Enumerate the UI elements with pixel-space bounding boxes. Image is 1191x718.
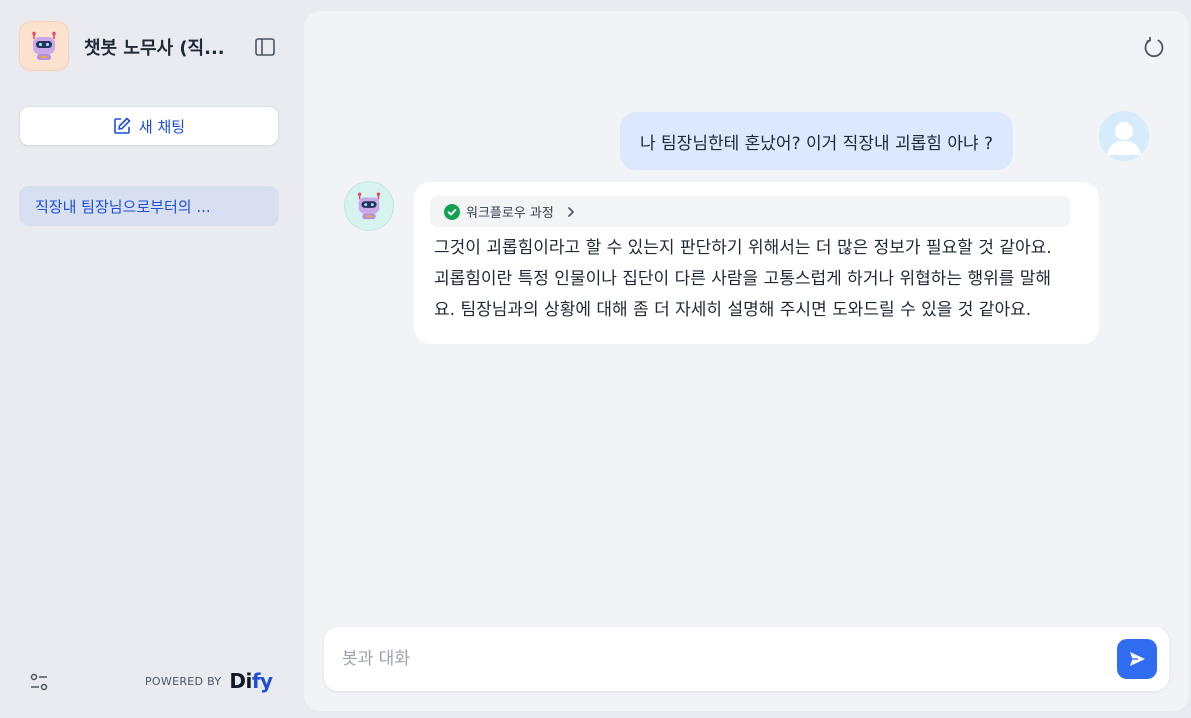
chat-input[interactable] <box>342 641 1102 677</box>
chevron-right-icon <box>568 206 574 217</box>
user-icon <box>1099 111 1149 161</box>
edit-icon <box>114 117 131 134</box>
conversation-label: 직장내 팀장님으로부터의 ... <box>35 197 211 216</box>
app-header: 챗봇 노무사 (직... <box>19 21 281 71</box>
sidebar-toggle-button[interactable] <box>254 36 276 58</box>
settings-button[interactable] <box>28 671 50 693</box>
workflow-process-toggle[interactable]: 워크플로우 과정 <box>430 196 1070 227</box>
dify-logo-suffix: fy <box>251 669 273 693</box>
send-icon <box>1130 652 1145 666</box>
check-circle-icon <box>444 203 460 220</box>
refresh-button[interactable] <box>1142 36 1166 60</box>
new-chat-button[interactable]: 새 채팅 <box>19 106 279 146</box>
dify-logo: Dify <box>229 669 273 693</box>
sidebar: 챗봇 노무사 (직... 새 채팅 직장내 팀장님으로부터의 ... POWER… <box>0 0 300 718</box>
app-title: 챗봇 노무사 (직... <box>84 38 225 59</box>
send-button[interactable] <box>1117 639 1157 679</box>
dify-logo-prefix: Di <box>229 669 252 693</box>
user-avatar <box>1099 111 1149 161</box>
user-message: 나 팀장님한테 혼났어? 이거 직장내 괴롭힘 아냐 ? <box>620 112 1014 170</box>
chat-input-box <box>324 627 1169 691</box>
powered-by: POWERED BY Dify <box>145 668 273 694</box>
sliders-icon <box>30 673 48 691</box>
powered-by-text: POWERED BY <box>145 674 222 688</box>
app-avatar <box>19 21 69 71</box>
assistant-message-text: 그것이 괴롭힘이라고 할 수 있는지 판단하기 위해서는 더 많은 정보가 필요… <box>434 238 1052 320</box>
bot-avatar <box>344 181 394 231</box>
sidebar-toggle-icon <box>255 38 275 56</box>
workflow-label: 워크플로우 과정 <box>466 206 554 221</box>
robot-icon <box>357 192 381 220</box>
refresh-icon <box>1144 37 1164 58</box>
robot-icon <box>32 31 56 60</box>
conversation-item[interactable]: 직장내 팀장님으로부터의 ... <box>19 186 279 226</box>
assistant-message: 워크플로우 과정 그것이 괴롭힘이라고 할 수 있는지 판단하기 위해서는 더 … <box>414 182 1099 344</box>
user-message-text: 나 팀장님한테 혼났어? 이거 직장내 괴롭힘 아냐 ? <box>640 133 994 154</box>
new-chat-label: 새 채팅 <box>138 117 186 136</box>
chat-panel: 나 팀장님한테 혼났어? 이거 직장내 괴롭힘 아냐 ? 워크플로우 과정 그것… <box>304 11 1189 711</box>
